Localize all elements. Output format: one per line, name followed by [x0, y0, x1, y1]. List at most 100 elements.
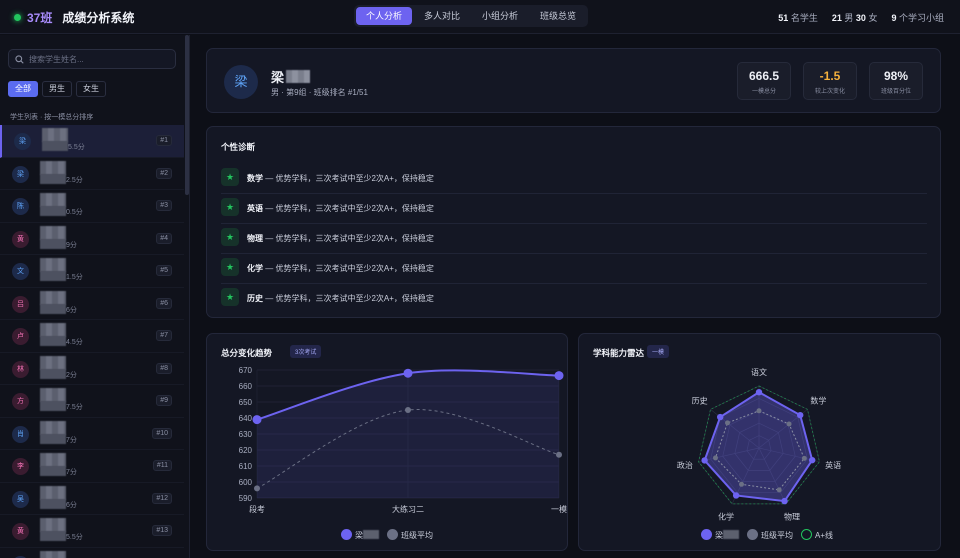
student-list-item[interactable]: 黄 5.5分 #13: [0, 515, 184, 548]
radar-badge: 一模: [647, 345, 670, 358]
student-list-header: 学生列表 · 按一模总分排序: [10, 114, 94, 121]
student-avatar: 黄: [12, 523, 29, 540]
student-point: [701, 457, 708, 464]
search-input[interactable]: [29, 54, 169, 64]
student-avatar: 李: [12, 458, 29, 475]
student-rank: #10: [152, 427, 172, 439]
y-tick-label: 670: [239, 366, 253, 375]
tab-overview[interactable]: 班级总览: [530, 7, 586, 25]
student-list-item[interactable]: 吕 6分 #6: [0, 288, 184, 320]
student-list-item[interactable]: 吴 6分 #12: [0, 483, 184, 515]
kpi-value: 666.5: [748, 69, 780, 83]
student-avatar: 吕: [12, 295, 29, 313]
average-point: [739, 481, 745, 487]
name-redaction: [40, 368, 66, 379]
y-tick-label: 590: [239, 494, 253, 503]
name-redaction: [40, 550, 66, 558]
y-tick-label: 620: [239, 446, 253, 455]
diagnosis-text: 历史 — 优势学科，三次考试中至少2次A+，保持稳定: [247, 294, 434, 303]
student-list-item[interactable]: [0, 548, 184, 558]
y-tick-label: 640: [239, 414, 253, 423]
student-list-item[interactable]: 林 2分 #8: [0, 353, 184, 385]
filter-all[interactable]: 全部: [8, 81, 38, 97]
kpi-label: 较上次变化: [814, 89, 845, 95]
legend-average[interactable]: 班级平均: [387, 529, 433, 541]
kpi-label: 班级百分位: [880, 89, 911, 95]
student-score: 7分: [66, 436, 77, 444]
student-score: 5.5分: [66, 534, 83, 541]
diagnosis-item: ★ 物理 — 优势学科，三次考试中至少2次A+，保持稳定: [221, 224, 927, 254]
student-score: 7分: [66, 469, 77, 476]
legend-student[interactable]: 梁: [341, 529, 379, 541]
student-score: 0.5分: [66, 209, 83, 216]
student-list-item[interactable]: 梁 5.5分 #1: [0, 125, 184, 158]
x-tick-label: 段考: [249, 504, 265, 514]
name-redaction: [40, 193, 66, 207]
sidebar-scrollbar[interactable]: [185, 35, 189, 195]
student-score: 6分: [66, 306, 77, 314]
star-icon: ★: [221, 258, 239, 276]
student-list-item[interactable]: 梁 2.5分 #2: [0, 158, 184, 190]
class-name: 37班: [27, 11, 53, 25]
student-list-item[interactable]: 卢 4.5分 #7: [0, 320, 184, 353]
name-redaction: [42, 141, 68, 151]
student-rank: #4: [156, 232, 172, 244]
radar-chart: 语文数学英语物理 化学 政治 历史: [677, 367, 841, 521]
student-list-item[interactable]: 李 7分 #11: [0, 450, 184, 483]
name-redaction: [40, 258, 66, 272]
filter-female[interactable]: 女生: [76, 81, 106, 97]
student-point: [403, 368, 413, 378]
student-rank: #3: [156, 200, 172, 211]
filter-male[interactable]: 男生: [42, 81, 72, 97]
class-stats: 51 名学生 21 男 30 女 9 个学习小组: [778, 11, 944, 24]
student-score: 9分: [66, 241, 77, 249]
search-box: [8, 49, 176, 69]
average-point: [556, 451, 562, 458]
tab-compare[interactable]: 多人对比: [414, 7, 470, 25]
radar-legend: 梁 班级平均 A+线: [701, 529, 833, 541]
kpi-value: 98%: [883, 69, 909, 83]
student-list-item[interactable]: 陈 0.5分 #3: [0, 190, 184, 223]
profile-avatar: 梁: [224, 65, 258, 99]
diagnosis-card: 个性诊断 ★ 数学 — 优势学科，三次考试中至少2次A+，保持稳定 ★ 英语 —…: [206, 126, 941, 318]
student-rank: #11: [152, 460, 172, 471]
tab-personal[interactable]: 个人分析: [356, 7, 413, 25]
profile-card: 梁 梁 男 · 第9组 · 班级排名 #1/51 666.5 一模总分 -1.5…: [206, 48, 941, 113]
student-count: 51 名学生: [778, 13, 818, 23]
profile-meta: 男 · 第9组 · 班级排名 #1/51: [271, 88, 368, 97]
y-tick-label: 650: [239, 398, 253, 407]
student-list-item[interactable]: 文 1.5分 #5: [0, 255, 184, 288]
student-list-item[interactable]: 方 7.5分 #9: [0, 385, 184, 418]
legend-student[interactable]: 梁: [701, 529, 739, 541]
trend-chart: 590 600 610 620 630 640 650 660 670 段考 大练习二 一模: [239, 366, 567, 514]
diagnosis-item: ★ 数学 — 优势学科，三次考试中至少2次A+，保持稳定: [221, 164, 927, 194]
tab-group[interactable]: 小组分析: [472, 7, 528, 25]
student-point: [717, 413, 724, 421]
student-rank: #13: [152, 525, 172, 536]
legend-average[interactable]: 班级平均: [747, 529, 793, 541]
student-list-item[interactable]: 肖 7分 #10: [0, 418, 184, 450]
student-avatar: 梁: [14, 133, 31, 150]
student-rank: #5: [156, 265, 172, 276]
student-score: 4.5分: [66, 339, 83, 346]
name-redaction: [40, 466, 66, 476]
student-avatar: 黄: [12, 230, 29, 248]
y-tick-label: 610: [239, 462, 253, 471]
student-rank: #2: [156, 167, 172, 179]
student-list-item[interactable]: 黄 9分 #4: [0, 223, 184, 255]
app-title: 成绩分析系统: [62, 11, 135, 25]
average-point: [756, 408, 762, 414]
name-redaction: [40, 420, 66, 435]
name-redaction: [40, 453, 66, 467]
diagnosis-text: 物理 — 优势学科，三次考试中至少2次A+，保持稳定: [247, 234, 434, 243]
student-score: 2.5分: [66, 176, 83, 184]
legend-aplus[interactable]: A+线: [801, 529, 833, 541]
student-rank: #9: [156, 395, 172, 406]
kpi-score-change: -1.5 较上次变化: [803, 62, 857, 100]
name-redaction: [40, 271, 66, 281]
top-bar: 37班 成绩分析系统 个人分析 多人对比 小组分析 班级总览 51 名学生 21…: [0, 0, 960, 34]
name-redaction: [40, 160, 66, 175]
name-redaction: [40, 290, 66, 305]
radar-axis-label: 物理: [784, 511, 800, 521]
name-redaction: [723, 530, 739, 539]
